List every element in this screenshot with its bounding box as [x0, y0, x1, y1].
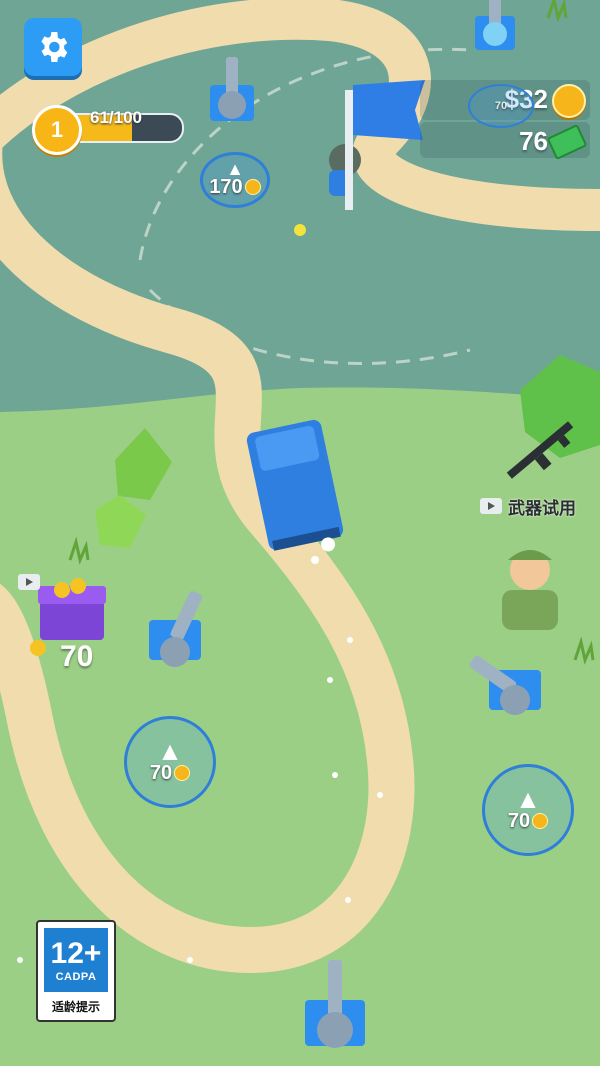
upgrade-price: 70 [494, 100, 508, 112]
weapon-trial-button[interactable]: 武器试用 [480, 492, 590, 520]
up-arrow-icon: ▲ [157, 735, 183, 766]
coin-icon [244, 179, 261, 195]
gear-icon [41, 32, 68, 62]
cash-icon [546, 123, 588, 161]
video-ad-icon [480, 498, 502, 514]
level-progress: 61/100 1 [32, 105, 184, 155]
upgrade-button-top[interactable]: ▲ 170 [200, 152, 270, 208]
level-progress-text: 61/100 [90, 108, 142, 127]
level-badge: 1 [32, 105, 82, 155]
coin-icon [532, 813, 549, 829]
up-arrow-icon: ▲ [226, 158, 244, 179]
cash-value: 76 [519, 126, 548, 156]
chest-price[interactable]: 70 [60, 640, 93, 674]
upgrade-button-top-right[interactable]: 70 [468, 84, 534, 128]
age-rating-badge: 12+ CADPA 适龄提示 [36, 920, 116, 1022]
age-rating: 12+ [50, 937, 102, 970]
weapon-trial-label: 武器试用 [508, 498, 576, 518]
age-rating-caption: 适龄提示 [51, 1000, 100, 1014]
chest-video-icon [18, 574, 42, 592]
upgrade-price: 170 [209, 176, 261, 199]
coin-icon [552, 84, 586, 118]
age-rating-box: 12+ CADPA [44, 928, 108, 992]
upgrade-price: 70 [150, 762, 191, 785]
upgrade-button-left[interactable]: ▲ 70 [124, 716, 216, 808]
upgrade-button-right[interactable]: ▲ 70 [482, 764, 574, 856]
up-arrow-icon: ▲ [515, 783, 541, 814]
coin-icon [174, 765, 191, 781]
age-rating-org: CADPA [55, 971, 97, 983]
settings-button[interactable] [24, 18, 82, 76]
game-scene [0, 0, 600, 1066]
upgrade-price: 70 [508, 810, 549, 833]
